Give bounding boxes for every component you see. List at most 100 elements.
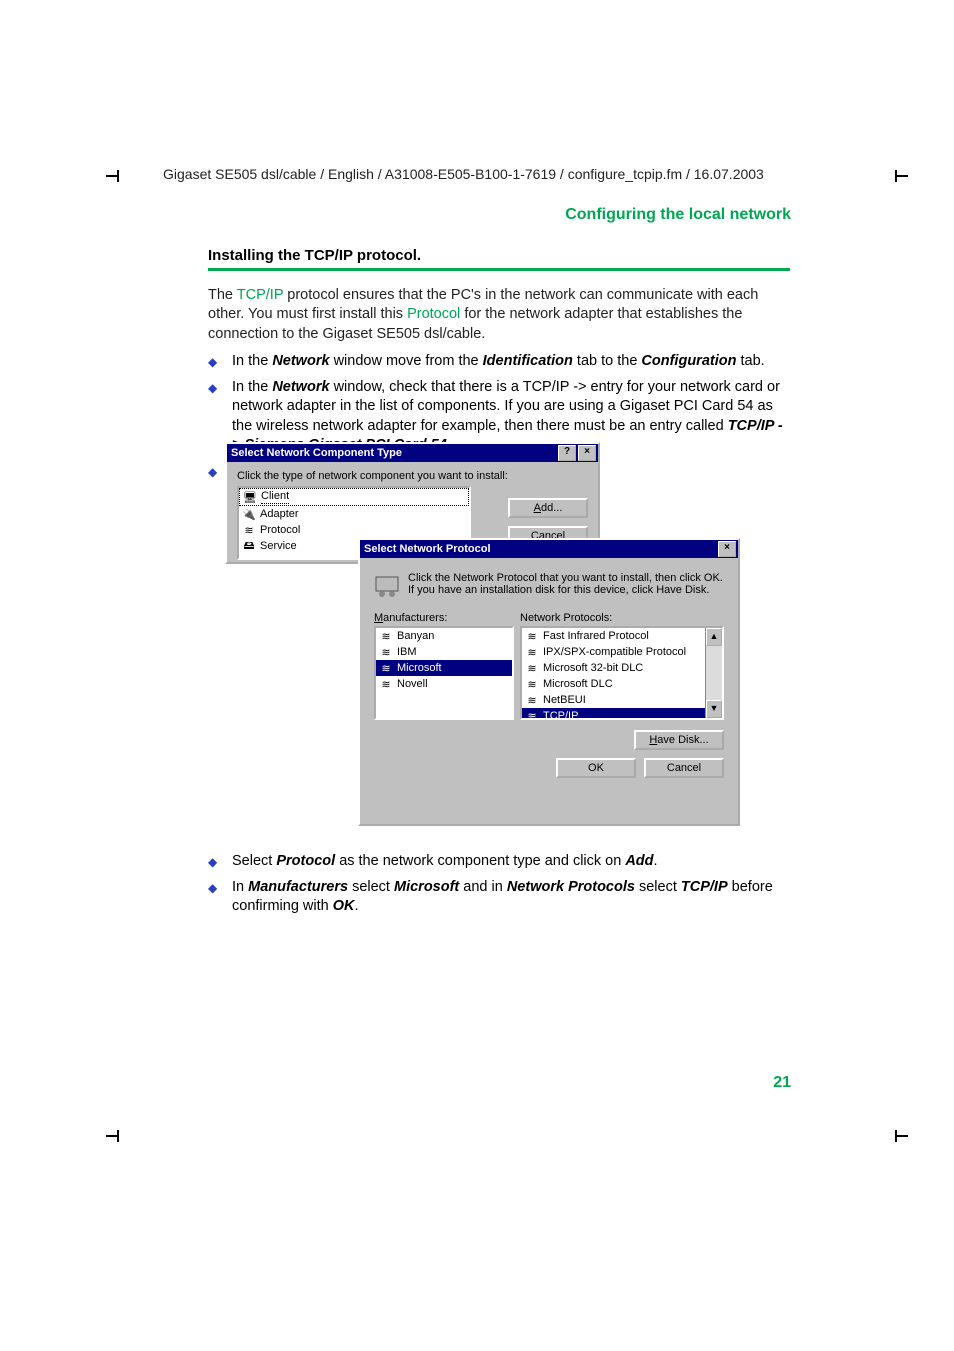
header-file-path: Gigaset SE505 dsl/cable / English / A310… bbox=[163, 166, 764, 182]
computer-icon: 🖥 bbox=[243, 490, 257, 504]
emph-add-2: Add bbox=[625, 853, 653, 869]
dialog-title: Select Network Protocol bbox=[364, 543, 491, 555]
list-item-label: TCP/IP bbox=[543, 710, 578, 720]
emph-protocol: Protocol bbox=[276, 853, 335, 869]
text: tab. bbox=[741, 353, 765, 369]
protocol-item-icon: ≋ bbox=[525, 645, 539, 659]
post-bullet-2: In Manufacturers select Microsoft and in… bbox=[208, 878, 790, 917]
list-item[interactable]: ≋ IPX/SPX-compatible Protocol bbox=[522, 644, 722, 660]
text: . bbox=[354, 898, 358, 914]
vendor-icon: ≋ bbox=[379, 645, 393, 659]
service-icon: 🖴 bbox=[242, 539, 256, 553]
text: select bbox=[352, 879, 394, 895]
list-item-label: Service bbox=[260, 540, 297, 552]
have-disk-button[interactable]: Have Disk... bbox=[634, 730, 724, 750]
text: In the bbox=[232, 353, 272, 369]
protocol-item-icon: ≋ bbox=[525, 629, 539, 643]
label-underline: M bbox=[374, 612, 383, 624]
list-item[interactable]: ≋ Banyan bbox=[376, 628, 512, 644]
list-item-label: Client bbox=[261, 490, 289, 504]
dialog-message: Click the Network Protocol that you want… bbox=[408, 572, 724, 600]
text: and in bbox=[463, 879, 507, 895]
device-icon bbox=[374, 572, 400, 600]
scrollbar[interactable]: ▲ ▼ bbox=[705, 628, 722, 718]
list-item[interactable]: 🖥 Client bbox=[239, 488, 469, 506]
emph-ok: OK bbox=[333, 898, 355, 914]
heading-installing-tcpip: Installing the TCP/IP protocol. bbox=[208, 247, 790, 264]
add-button[interactable]: Add... bbox=[508, 498, 588, 518]
button-label-rest: ave Disk... bbox=[657, 734, 708, 746]
emph-tcpip: TCP/IP bbox=[681, 879, 728, 895]
list-item-label: Microsoft 32-bit DLC bbox=[543, 662, 643, 674]
list-item[interactable]: ≋ Protocol bbox=[239, 522, 469, 538]
emph-identification: Identification bbox=[483, 353, 573, 369]
list-item[interactable]: ≋ Novell bbox=[376, 676, 512, 692]
link-tcpip[interactable]: TCP/IP bbox=[237, 287, 283, 303]
button-label-rest: dd... bbox=[541, 502, 562, 514]
text: The bbox=[208, 287, 237, 303]
emph-manufacturers: Manufacturers bbox=[248, 879, 348, 895]
list-item-label: IBM bbox=[397, 646, 417, 658]
list-item[interactable]: ≋ Fast Infrared Protocol bbox=[522, 628, 722, 644]
text: select bbox=[639, 879, 681, 895]
list-item[interactable]: ≋ Microsoft bbox=[376, 660, 512, 676]
list-item-label: IPX/SPX-compatible Protocol bbox=[543, 646, 686, 658]
close-icon[interactable]: × bbox=[578, 445, 596, 461]
protocol-item-icon: ≋ bbox=[525, 661, 539, 675]
dialog-prompt: Click the type of network component you … bbox=[237, 470, 588, 482]
vendor-icon: ≋ bbox=[379, 677, 393, 691]
page-number: 21 bbox=[773, 1074, 791, 1092]
protocol-icon: ≋ bbox=[242, 523, 256, 537]
emph-network: Network bbox=[272, 353, 329, 369]
list-item-label: Microsoft DLC bbox=[543, 678, 613, 690]
manufacturers-list[interactable]: ≋ Banyan ≋ IBM ≋ Microsoft ≋ Novell bbox=[374, 626, 514, 720]
ok-button[interactable]: OK bbox=[556, 758, 636, 778]
emph-network-protocols: Network Protocols bbox=[507, 879, 635, 895]
close-icon[interactable]: × bbox=[718, 541, 736, 557]
post-bullet-1: Select Protocol as the network component… bbox=[208, 852, 790, 872]
emph-network-2: Network bbox=[272, 379, 329, 395]
dialog-title: Select Network Component Type bbox=[231, 447, 402, 459]
titlebar-network-protocol[interactable]: Select Network Protocol × bbox=[360, 540, 738, 558]
emph-configuration: Configuration bbox=[641, 353, 736, 369]
label-rest: anufacturers: bbox=[383, 612, 447, 624]
bullet-1: In the Network window move from the Iden… bbox=[208, 352, 790, 372]
list-item-label: Fast Infrared Protocol bbox=[543, 630, 649, 642]
vendor-icon: ≋ bbox=[379, 661, 393, 675]
network-protocols-list[interactable]: ≋ Fast Infrared Protocol ≋ IPX/SPX-compati… bbox=[520, 626, 724, 720]
list-item-label: Adapter bbox=[260, 508, 299, 520]
text: window move from the bbox=[334, 353, 483, 369]
link-protocol[interactable]: Protocol bbox=[407, 306, 460, 322]
list-item[interactable]: 🔌 Adapter bbox=[239, 506, 469, 522]
scroll-up-icon[interactable]: ▲ bbox=[706, 628, 722, 646]
heading-rule bbox=[208, 268, 790, 271]
list-item-label: Protocol bbox=[260, 524, 300, 536]
manufacturers-label: Manufacturers: bbox=[374, 612, 514, 624]
vendor-icon: ≋ bbox=[379, 629, 393, 643]
list-item-label: Banyan bbox=[397, 630, 434, 642]
text: In bbox=[232, 879, 248, 895]
text: as the network component type and click … bbox=[339, 853, 625, 869]
list-item[interactable]: ≋Microsoft DLC bbox=[522, 676, 722, 692]
list-item-label: Microsoft bbox=[397, 662, 442, 674]
text: tab to the bbox=[577, 353, 642, 369]
list-item-label: Novell bbox=[397, 678, 428, 690]
list-item[interactable]: ≋ TCP/IP bbox=[522, 708, 722, 720]
intro-paragraph: The TCP/IP protocol ensures that the PC'… bbox=[208, 286, 790, 345]
dialog-select-network-protocol: Select Network Protocol × Click the Netw… bbox=[358, 538, 740, 826]
text: In the bbox=[232, 379, 272, 395]
adapter-icon: 🔌 bbox=[242, 507, 256, 521]
list-item[interactable]: ≋ IBM bbox=[376, 644, 512, 660]
text: . bbox=[654, 853, 658, 869]
list-item[interactable]: ≋NetBEUI bbox=[522, 692, 722, 708]
protocol-item-icon: ≋ bbox=[525, 709, 539, 720]
network-protocols-label: Network Protocols: bbox=[520, 612, 724, 624]
cancel-button[interactable]: Cancel bbox=[644, 758, 724, 778]
list-item[interactable]: ≋ Microsoft 32-bit DLC bbox=[522, 660, 722, 676]
button-label: A bbox=[534, 502, 541, 514]
text: Select bbox=[232, 853, 276, 869]
scroll-down-icon[interactable]: ▼ bbox=[706, 700, 722, 718]
help-icon[interactable]: ? bbox=[558, 445, 576, 461]
titlebar-component-type[interactable]: Select Network Component Type ? × bbox=[227, 444, 598, 462]
emph-microsoft: Microsoft bbox=[394, 879, 459, 895]
